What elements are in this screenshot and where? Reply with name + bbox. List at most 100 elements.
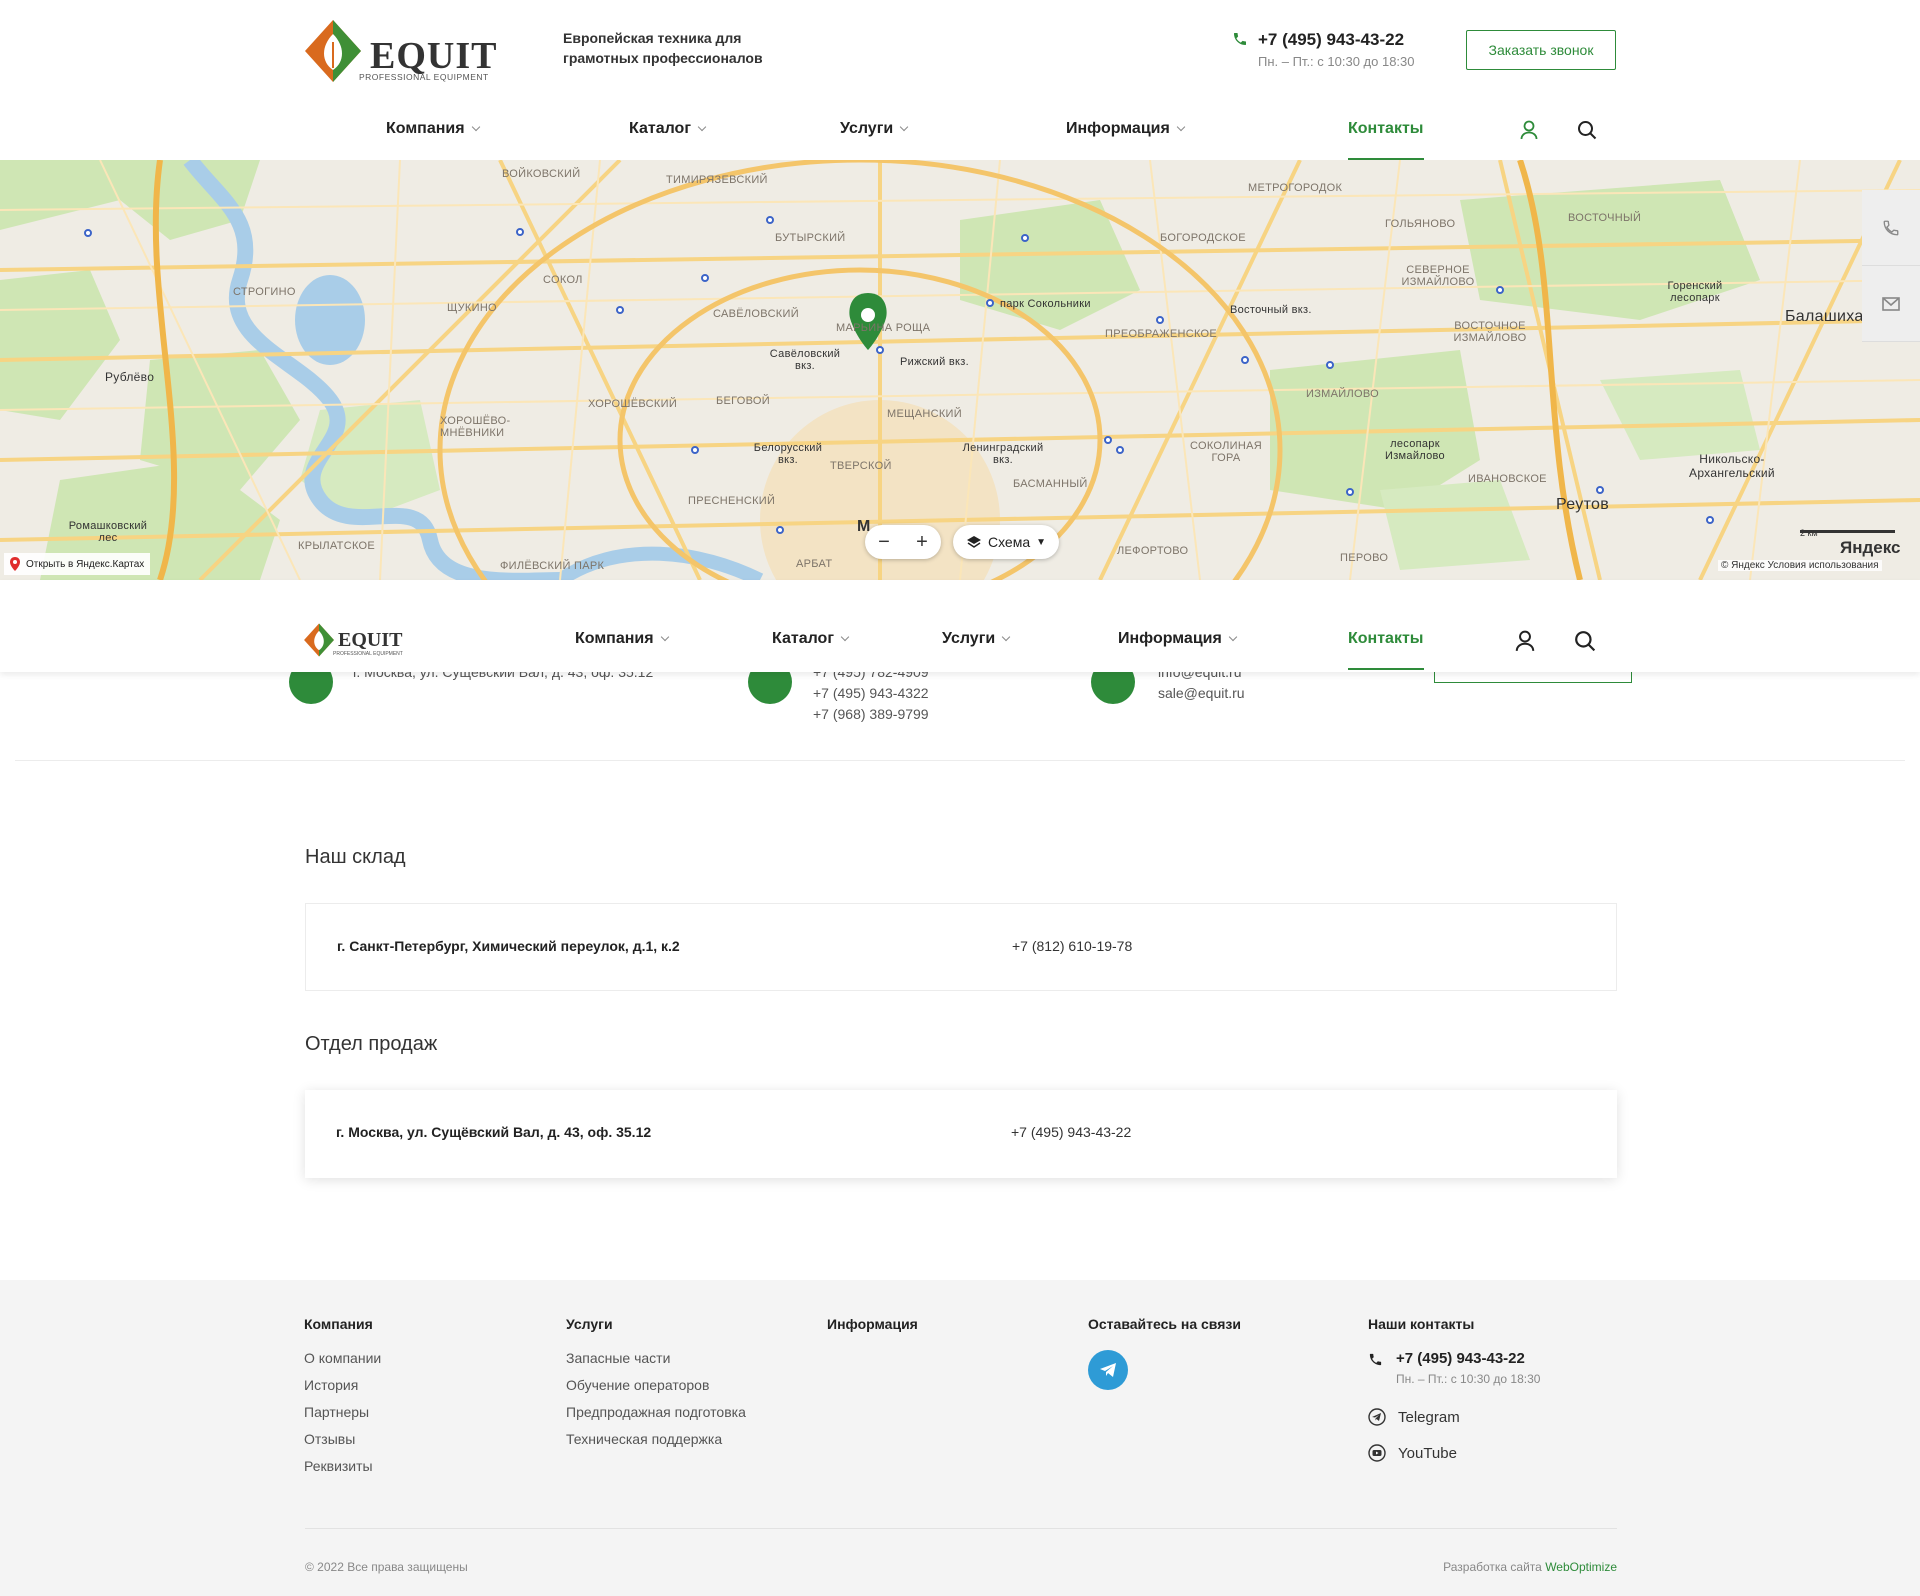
map-label: МАРЬИНА РОЩА <box>836 322 931 334</box>
logo-mark-icon <box>304 623 334 657</box>
chevron-down-icon <box>697 122 707 132</box>
map-label: ВОСТОЧНЫЙ <box>1568 212 1642 224</box>
map-label: ГОЛЬЯНОВО <box>1385 218 1456 230</box>
map-copyright[interactable]: © Яндекс Условия использования <box>1718 560 1882 571</box>
map-label: СТРОГИНО <box>233 286 296 298</box>
logo-mark-icon <box>305 20 361 82</box>
footer-social-col: Оставайтесь на связи <box>1088 1316 1241 1390</box>
map-place: Рублёво <box>105 370 155 384</box>
telegram-button[interactable] <box>1088 1350 1128 1390</box>
footer-services-col: Услуги Запасные части Обучение операторо… <box>566 1316 746 1458</box>
sticky-nav-contacts[interactable]: Контакты <box>1348 630 1423 648</box>
chevron-down-icon <box>840 632 850 642</box>
strip-phone[interactable]: +7 (968) 389-9799 <box>813 704 929 725</box>
map-label: ФИЛЁВСКИЙ ПАРК <box>500 560 605 572</box>
chevron-down-icon <box>660 632 669 642</box>
nav-item-contacts[interactable]: Контакты <box>1348 120 1423 138</box>
nav-label: Компания <box>575 630 654 647</box>
search-icon[interactable] <box>1577 120 1597 145</box>
sales-phone[interactable]: +7 (495) 943-43-22 <box>1011 1124 1131 1140</box>
sticky-nav-catalog[interactable]: Каталог <box>772 630 850 648</box>
nav-item-catalog[interactable]: Каталог <box>629 120 707 138</box>
map-park: лесопарк Измайлово <box>1385 438 1445 462</box>
developer-link[interactable]: WebOptimize <box>1545 1560 1617 1574</box>
map-station: Рижский вкз. <box>900 356 969 368</box>
map-label: СОКОЛ <box>543 274 583 286</box>
youtube-icon <box>1368 1444 1386 1462</box>
footer-heading: Компания <box>304 1316 373 1332</box>
tagline: Европейская техника для грамотных профес… <box>563 30 763 66</box>
sticky-nav-company[interactable]: Компания <box>575 630 669 648</box>
callback-button[interactable]: Заказать звонок <box>1466 30 1616 70</box>
footer-heading: Услуги <box>566 1316 613 1332</box>
map-label: ЩУКИНО <box>447 302 497 314</box>
footer-link[interactable]: Техническая поддержка <box>566 1431 746 1447</box>
footer-contacts-col: Наши контакты +7 (495) 943-43-22 Пн. – П… <box>1368 1316 1540 1462</box>
layer-label: Схема <box>987 534 1031 550</box>
map-layer-selector[interactable]: Схема ▼ <box>953 525 1059 559</box>
footer-copyright: © 2022 Все права защищены <box>305 1560 468 1574</box>
nav-item-info[interactable]: Информация <box>1066 120 1186 138</box>
sticky-nav-services[interactable]: Услуги <box>942 630 1011 648</box>
footer-link[interactable]: Реквизиты <box>304 1458 381 1474</box>
zoom-in-button[interactable]: + <box>916 531 928 554</box>
section-divider <box>15 760 1905 761</box>
map-label: КРЫЛАТСКОЕ <box>298 540 376 552</box>
user-icon[interactable] <box>1520 120 1538 145</box>
sales-card: г. Москва, ул. Сущёвский Вал, д. 43, оф.… <box>305 1090 1617 1178</box>
nav-item-services[interactable]: Услуги <box>840 120 909 138</box>
map-label: ХОРОШЁВО-МНЁВНИКИ <box>440 415 511 439</box>
chevron-down-icon <box>1001 632 1011 642</box>
nav-item-company[interactable]: Компания <box>386 120 480 138</box>
map-label: СОКОЛИНАЯ ГОРА <box>1189 440 1263 464</box>
sticky-nav-info[interactable]: Информация <box>1118 630 1238 648</box>
sticky-logo-text: EQUIT <box>338 629 403 651</box>
nav-label: Компания <box>386 120 465 137</box>
footer-link[interactable]: История <box>304 1377 381 1393</box>
map-label: БЕГОВОЙ <box>716 395 770 407</box>
header-hours: Пн. – Пт.: с 10:30 до 18:30 <box>1258 54 1415 69</box>
telegram-label: Telegram <box>1398 1408 1460 1426</box>
footer-link[interactable]: О компании <box>304 1350 381 1366</box>
nav-label: Контакты <box>1348 120 1424 137</box>
nav-label: Каталог <box>629 120 691 137</box>
yandex-map[interactable]: ВОЙКОВСКИЙ ТИМИРЯЗЕВСКИЙ БУТЫРСКИЙ САВЁЛ… <box>0 160 1920 580</box>
map-label: ИЗМАЙЛОВО <box>1306 388 1379 400</box>
search-icon[interactable] <box>1574 630 1596 657</box>
youtube-label: YouTube <box>1398 1444 1457 1462</box>
footer-heading[interactable]: Информация <box>827 1316 918 1332</box>
header-phone[interactable]: +7 (495) 943-43-22 <box>1232 30 1415 50</box>
strip-phone[interactable]: +7 (495) 943-4322 <box>813 683 929 704</box>
logo[interactable]: EQUIT PROFESSIONAL EQUIPMENT <box>303 18 503 84</box>
site-header: EQUIT PROFESSIONAL EQUIPMENT Европейская… <box>0 0 1920 160</box>
footer-link[interactable]: Обучение операторов <box>566 1377 746 1393</box>
footer-link[interactable]: Запасные части <box>566 1350 746 1366</box>
map-pin-icon <box>10 557 20 571</box>
warehouse-phone[interactable]: +7 (812) 610-19-78 <box>1012 938 1132 954</box>
call-tab[interactable] <box>1862 190 1920 266</box>
map-station: Савёловский вкз. <box>769 348 841 372</box>
map-label: ПРЕСНЕНСКИЙ <box>688 495 776 507</box>
map-label: БОГОРОДСКОЕ <box>1160 232 1246 244</box>
footer-link[interactable]: Отзывы <box>304 1431 381 1447</box>
footer-link[interactable]: Партнеры <box>304 1404 381 1420</box>
map-place: Никольско-Архангельский <box>1689 452 1775 480</box>
map-place: Реутов <box>1556 496 1610 513</box>
phone-icon <box>1369 1353 1382 1366</box>
map-station: Восточный вкз. <box>1230 304 1312 316</box>
zoom-out-button[interactable]: − <box>878 531 890 554</box>
mail-tab[interactable] <box>1862 266 1920 342</box>
footer-youtube-link[interactable]: YouTube <box>1368 1444 1540 1462</box>
chevron-down-icon <box>1176 122 1186 132</box>
user-icon[interactable] <box>1515 630 1535 657</box>
sticky-logo[interactable]: EQUIT PROFESSIONAL EQUIPMENT <box>303 622 413 658</box>
footer-telegram-link[interactable]: Telegram <box>1368 1408 1540 1426</box>
sticky-header: EQUIT PROFESSIONAL EQUIPMENT Компания Ка… <box>0 580 1920 672</box>
footer-link[interactable]: Предпродажная подготовка <box>566 1404 746 1420</box>
open-in-yandex-link[interactable]: Открыть в Яндекс.Картах <box>4 553 151 575</box>
footer-phone[interactable]: +7 (495) 943-43-22 <box>1368 1350 1540 1367</box>
footer-hours: Пн. – Пт.: с 10:30 до 18:30 <box>1396 1372 1541 1386</box>
warehouse-address: г. Санкт-Петербург, Химический переулок,… <box>337 938 680 954</box>
strip-email[interactable]: sale@equit.ru <box>1158 683 1245 704</box>
map-park: Горенский лесопарк <box>1667 280 1723 304</box>
